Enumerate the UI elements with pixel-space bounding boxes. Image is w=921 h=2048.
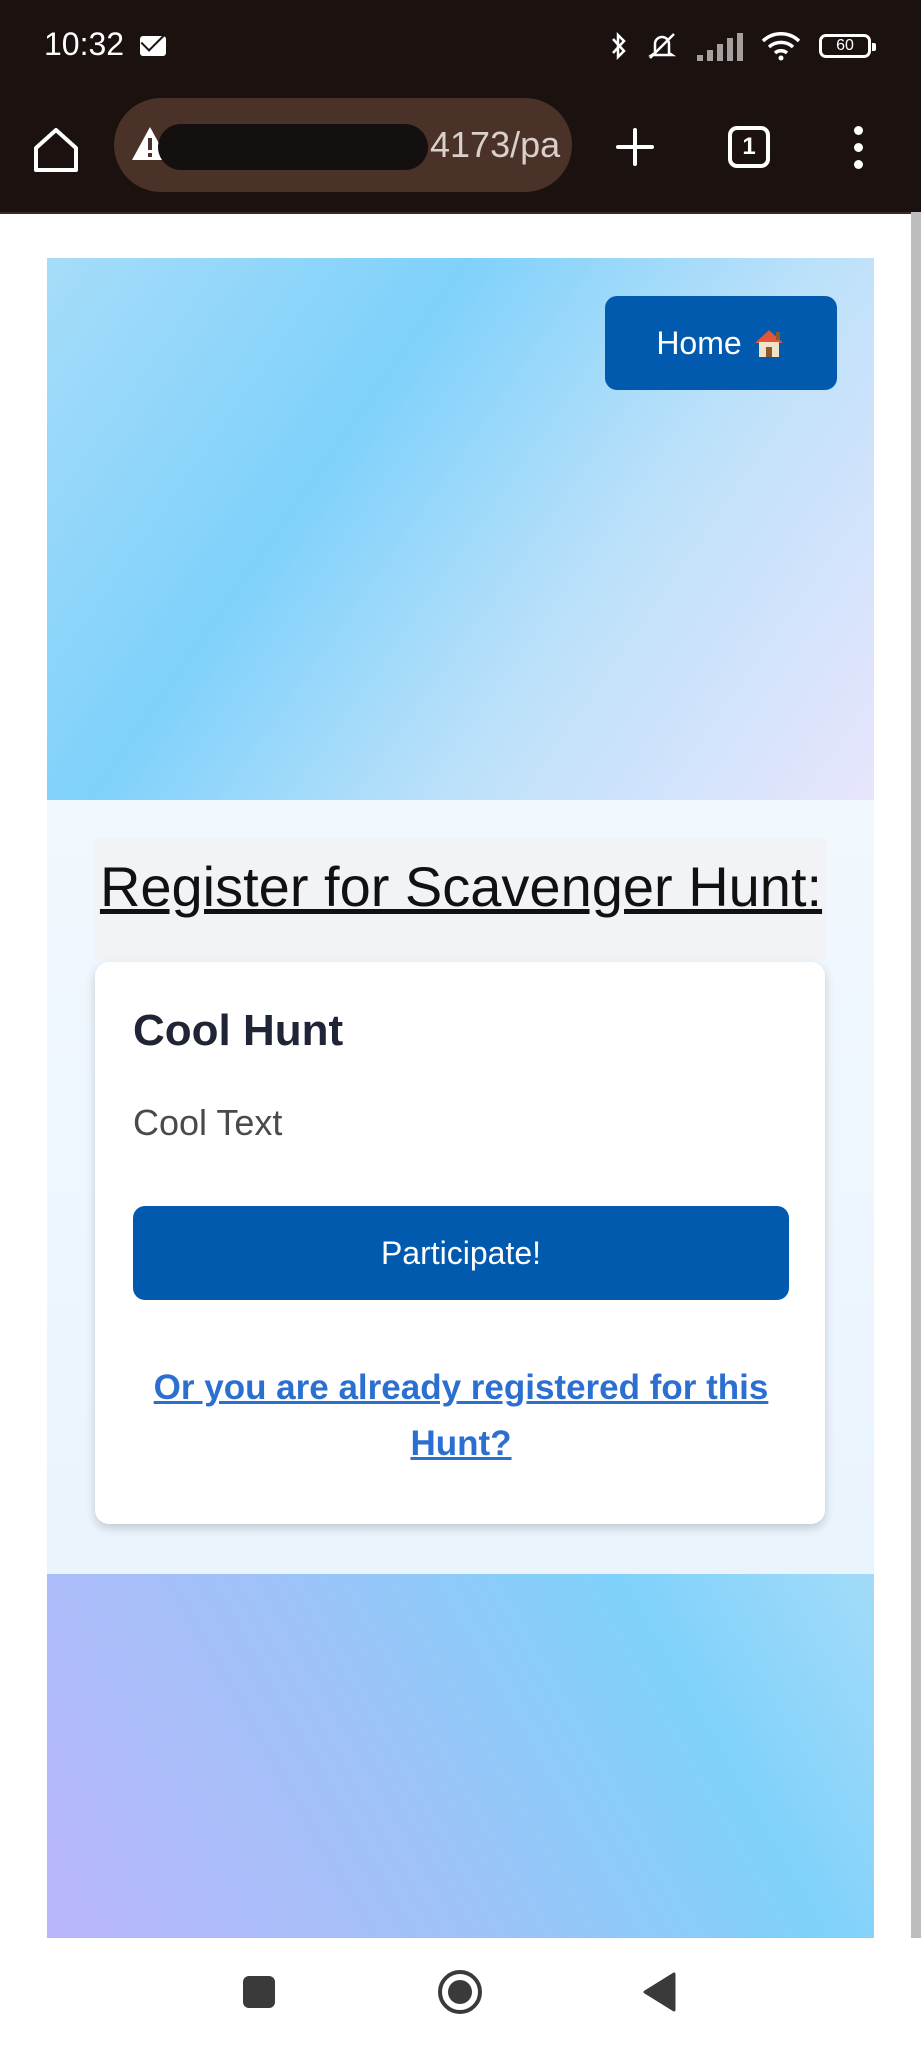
footer-banner [47, 1574, 874, 1938]
mail-icon [140, 36, 166, 56]
bluetooth-icon [612, 31, 626, 61]
battery-level: 60 [836, 37, 854, 54]
status-icons: 60 [611, 26, 876, 66]
register-heading-box: Register for Scavenger Hunt: [95, 838, 827, 960]
home-circle-icon[interactable] [436, 1968, 484, 2016]
hunt-card: Cool Hunt Cool Text Participate! Or you … [95, 962, 825, 1524]
house-icon [754, 330, 783, 357]
url-text: 4173/pa [430, 124, 561, 165]
recent-apps-icon[interactable] [243, 1976, 275, 2008]
home-button-label: Home [656, 324, 742, 361]
scrollbar[interactable] [911, 212, 921, 1938]
hunt-title: Cool Hunt [133, 1006, 344, 1055]
page-title: Register for Scavenger Hunt: [99, 855, 823, 918]
back-icon[interactable] [642, 1972, 676, 2012]
plus-icon[interactable] [612, 124, 658, 170]
address-bar[interactable]: 4173/pa [114, 98, 572, 192]
hunt-description: Cool Text [133, 1102, 283, 1143]
signal-icon [697, 31, 743, 61]
participate-button[interactable]: Participate! [133, 1206, 789, 1300]
battery-icon: 60 [819, 34, 876, 58]
tabs-icon[interactable]: 1 [728, 126, 770, 168]
home-icon[interactable] [30, 124, 82, 176]
browser-toolbar: 4173/pa 1 [0, 96, 921, 214]
home-button[interactable]: Home [605, 296, 837, 390]
mute-icon [647, 33, 677, 59]
tab-count: 1 [742, 133, 756, 160]
redacted-url [158, 124, 428, 170]
already-registered-link[interactable]: Or you are already registered for this H… [133, 1360, 789, 1472]
wifi-icon [761, 32, 801, 61]
clock: 10:32 [44, 26, 125, 62]
status-bar: 10:32 60 [0, 0, 921, 96]
menu-icon[interactable] [854, 126, 864, 170]
system-nav-bar [0, 1938, 921, 2048]
